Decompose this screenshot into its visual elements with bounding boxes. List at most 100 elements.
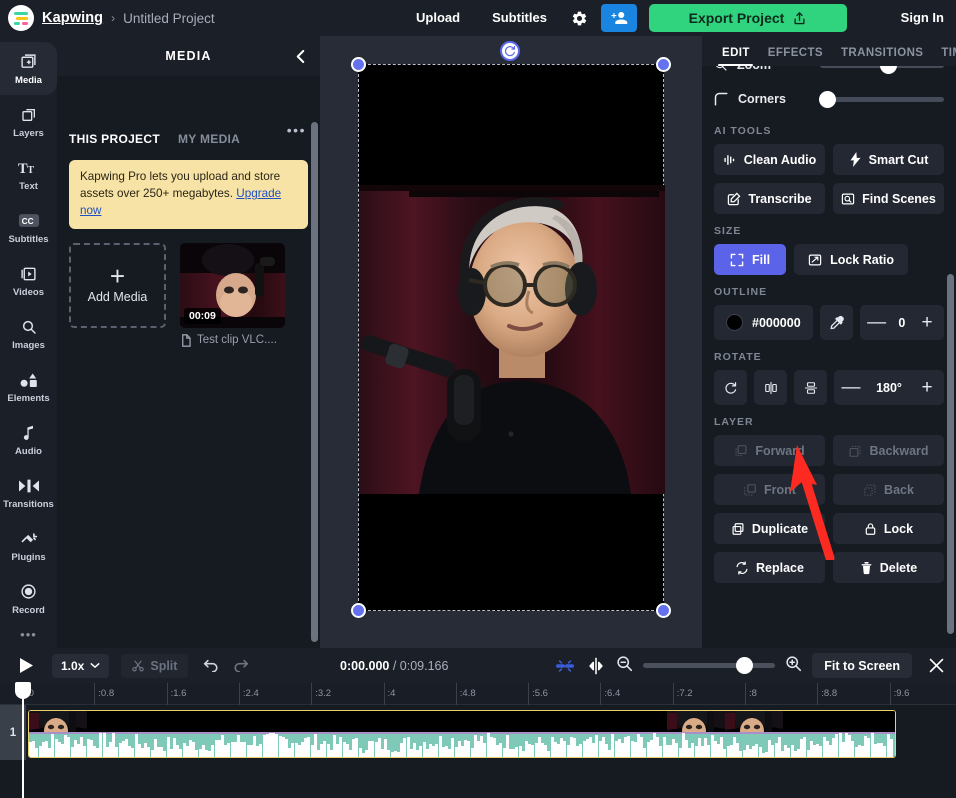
zoom-in-button[interactable] [785,655,802,677]
project-title[interactable]: Untitled Project [123,11,215,26]
transcribe-button[interactable]: Transcribe [714,183,825,214]
outline-color-picker[interactable]: #000000 [714,305,813,340]
rotate-handle[interactable] [500,41,520,61]
smart-cut-button[interactable]: Smart Cut [833,144,944,175]
eyedropper-button[interactable] [819,305,853,340]
sign-in-button[interactable]: Sign In [901,0,944,36]
flip-horizontal-button[interactable] [754,370,787,405]
rotate-increase-button[interactable]: + [910,370,944,405]
media-panel-scrollbar[interactable] [311,122,318,642]
redo-icon[interactable] [228,654,254,678]
sidebar-item-record[interactable]: Record [0,572,57,625]
canvas-area[interactable] [320,36,702,648]
outline-decrease-button[interactable]: — [860,305,894,340]
fill-button[interactable]: Fill [714,244,787,275]
playback-speed-select[interactable]: 1.0x [52,653,110,678]
tab-timing[interactable]: TIMING [932,47,956,66]
undo-icon[interactable] [198,654,224,678]
back-button[interactable]: Back [833,474,944,505]
selected-layer-box[interactable] [351,57,671,618]
timeline-zoom-knob[interactable] [735,657,753,674]
play-button[interactable] [0,657,52,674]
flip-horizontal-icon [764,381,777,394]
rail-more-icon[interactable]: ••• [20,627,37,642]
chevron-left-icon[interactable] [290,46,310,66]
resize-handle-top-right[interactable] [656,57,671,72]
replace-button[interactable]: Replace [714,552,825,583]
outline-increase-button[interactable]: + [910,305,944,340]
upload-button[interactable]: Upload [400,0,476,36]
duplicate-icon [732,522,744,535]
media-thumbnail[interactable]: 00:09 [180,242,285,328]
rotate-cw-button[interactable] [714,370,747,405]
media-tabs: THIS PROJECT MY MEDIA [69,76,308,146]
clean-audio-button[interactable]: Clean Audio [714,144,825,175]
playhead[interactable] [15,682,31,798]
zoom-knob[interactable] [879,66,897,74]
sidebar-item-videos[interactable]: Videos [0,254,57,307]
tab-effects[interactable]: EFFECTS [759,47,832,66]
lock-ratio-button[interactable]: Lock Ratio [794,244,908,275]
forward-button[interactable]: Forward [714,435,825,466]
playhead-handle[interactable] [15,682,31,699]
media-item[interactable]: 00:09 Test clip VLC.... [180,242,285,347]
left-rail: Media Layers TT Text CC Subtitles Videos [0,36,57,648]
sidebar-item-transitions[interactable]: Transitions [0,466,57,519]
corners-label: Corners [738,92,786,106]
sidebar-item-images[interactable]: Images [0,307,57,360]
sidebar-item-plugins[interactable]: Plugins [0,519,57,572]
tab-edit[interactable]: EDIT [712,47,759,66]
tab-my-media[interactable]: MY MEDIA [178,132,240,146]
close-icon[interactable] [922,657,950,674]
bring-front-icon [744,483,756,495]
tab-transitions[interactable]: TRANSITIONS [832,47,932,66]
sidebar-item-label: Videos [13,286,44,298]
fit-to-screen-button[interactable]: Fit to Screen [812,653,912,678]
flip-vertical-button[interactable] [794,370,827,405]
backward-button[interactable]: Backward [833,435,944,466]
delete-button[interactable]: Delete [833,552,944,583]
sidebar-item-subtitles[interactable]: CC Subtitles [0,201,57,254]
front-button[interactable]: Front [714,474,825,505]
zoom-out-button[interactable] [616,655,633,677]
corners-slider-row[interactable]: Corners [714,84,944,114]
properties-panel-scrollbar[interactable] [947,274,954,634]
gear-icon[interactable] [563,0,597,36]
rotate-angle-stepper[interactable]: — 180° + [834,370,944,405]
timeline-zoom-slider[interactable] [643,657,776,674]
waveform-icon [724,154,734,165]
lock-button[interactable]: Lock [833,513,944,544]
timeline-ruler[interactable]: :0:0.8:1.6:2.4:3.2:4:4.8:5.6:6.4:7.2:8:8… [0,683,956,705]
resize-handle-top-left[interactable] [351,57,366,72]
more-dots-icon[interactable]: ••• [287,122,306,138]
timeline-clip[interactable] [28,710,896,758]
zoom-track[interactable] [820,66,944,74]
magnet-snap-icon[interactable] [554,657,576,675]
find-scenes-button[interactable]: Find Scenes [833,183,944,214]
duplicate-button[interactable]: Duplicate [714,513,825,544]
corners-track[interactable] [819,90,944,108]
brand-link[interactable]: Kapwing [42,10,103,26]
sidebar-item-audio[interactable]: Audio [0,413,57,466]
video-preview [359,185,665,494]
properties-body: Zoom Corners AI TOOLS Clean Audio Smart … [702,66,956,648]
sidebar-item-text[interactable]: TT Text [0,148,57,201]
add-media-button[interactable]: + Add Media [69,242,166,328]
sidebar-item-media[interactable]: Media [0,42,57,95]
ai-tools-section-label: AI TOOLS [714,125,772,137]
sidebar-item-layers[interactable]: Layers [0,95,57,148]
corners-knob[interactable] [819,90,836,108]
export-project-button[interactable]: Export Project [648,4,847,32]
tab-this-project[interactable]: THIS PROJECT [69,132,160,146]
resize-handle-bottom-right[interactable] [656,603,671,618]
split-view-icon[interactable] [586,656,606,676]
split-button[interactable]: Split [121,653,189,678]
subtitles-button[interactable]: Subtitles [476,0,563,36]
add-person-icon[interactable] [600,4,637,32]
rotate-decrease-button[interactable]: — [834,370,868,405]
zoom-slider-row[interactable]: Zoom [714,66,944,80]
outline-width-stepper[interactable]: — 0 + [859,305,944,340]
sidebar-item-elements[interactable]: Elements [0,360,57,413]
resize-handle-bottom-left[interactable] [351,603,366,618]
corner-icon [714,92,728,105]
